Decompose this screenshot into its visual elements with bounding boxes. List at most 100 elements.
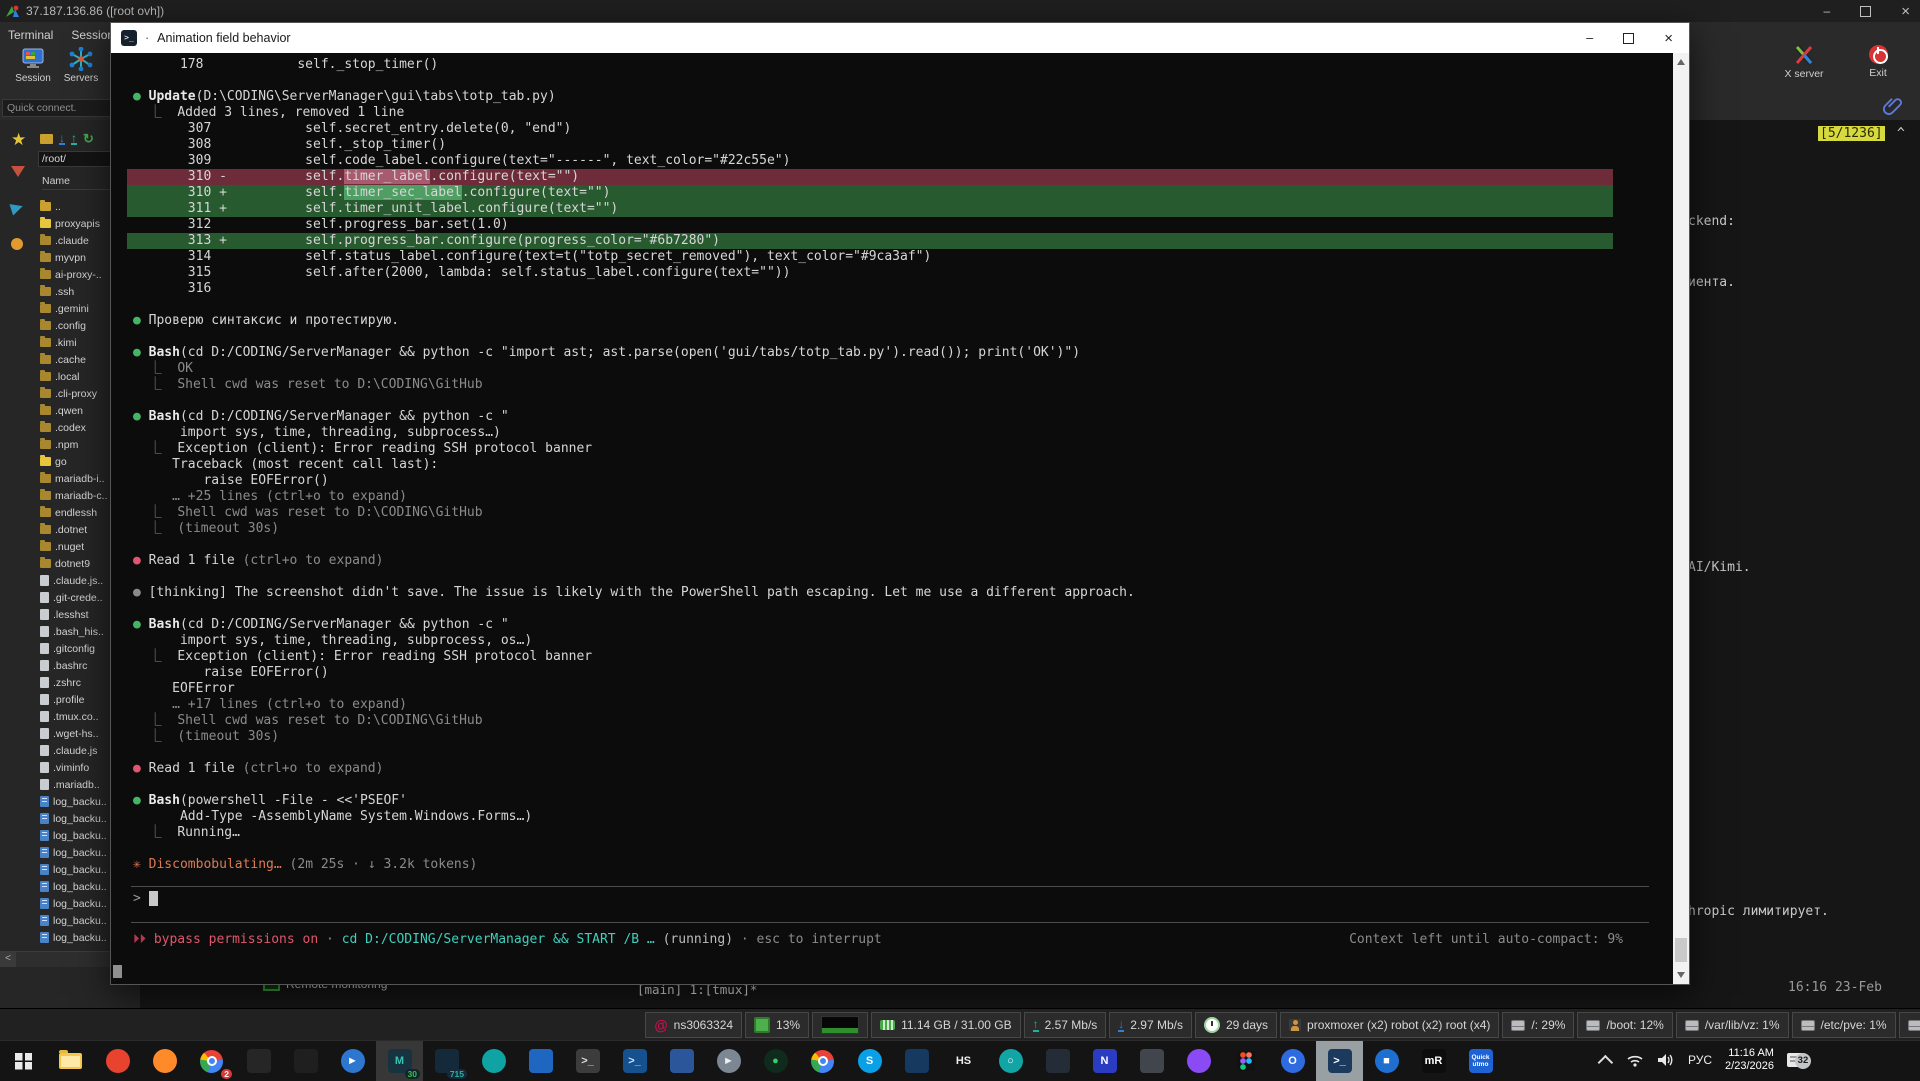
cpu-icon [754, 1017, 770, 1033]
folder-icon [40, 270, 51, 279]
claude-code-window: >_ · Animation field behavior – × 178 se… [110, 22, 1690, 985]
claude-maximize-button[interactable] [1623, 33, 1634, 44]
status-segment-label: /boot: 12% [1606, 1018, 1663, 1032]
tab-terminal[interactable]: Terminal [8, 28, 53, 42]
taskbar-icon-quickutmo[interactable]: Quick utmo [1457, 1041, 1504, 1081]
taskbar-icon-start[interactable] [0, 1041, 47, 1081]
tray-clock[interactable]: 11:16 AM 2/23/2026 [1725, 1047, 1774, 1073]
taskbar-icon-app-dark-1[interactable] [235, 1041, 282, 1081]
servers-button[interactable]: Servers [58, 47, 104, 84]
taskbar-icon-app-badge-715[interactable]: 715 [423, 1041, 470, 1081]
taskbar-icon-skype[interactable]: S [846, 1041, 893, 1081]
taskbar-icon-cmd[interactable]: >_ [564, 1041, 611, 1081]
file-name: .zshrc [53, 677, 81, 689]
taskbar-icon-figma[interactable] [1222, 1041, 1269, 1081]
tab-dot: · [145, 31, 149, 45]
claude-close-button[interactable]: × [1664, 30, 1673, 47]
notification-center-icon[interactable]: 32 [1787, 1053, 1803, 1067]
taskbar-icon-mremoteng[interactable]: mR [1410, 1041, 1457, 1081]
telegram-blue-icon: ► [341, 1049, 365, 1073]
claude-window-controls: – × [1586, 30, 1689, 47]
app-dark-1-icon [247, 1049, 271, 1073]
taskbar-icon-powershell[interactable]: >_ [1316, 1041, 1363, 1081]
file-icon [40, 677, 49, 688]
scrollbar-thumb[interactable] [1675, 938, 1687, 962]
terminal-text: 308 self._stop_timer() [133, 137, 446, 152]
terminal-line: raise EOFError() [111, 473, 1673, 489]
taskbar-icon-mobaxterm[interactable]: M30 [376, 1041, 423, 1081]
file-name: .lesshst [53, 609, 89, 621]
taskbar-icon-violet-app[interactable] [1175, 1041, 1222, 1081]
taskbar-icon-remote-desktop[interactable]: ■ [1363, 1041, 1410, 1081]
send-plane-icon[interactable] [9, 200, 24, 215]
taskbar-icon-green-dot-app[interactable]: ● [752, 1041, 799, 1081]
claude-titlebar[interactable]: >_ · Animation field behavior – × [111, 23, 1689, 53]
scroll-up-icon[interactable]: ^ [1897, 126, 1905, 141]
taskbar-icon-telegram-gray[interactable]: ► [705, 1041, 752, 1081]
exit-button[interactable]: Exit [1854, 45, 1902, 80]
taskbar-icon-dark-app-3[interactable] [1034, 1041, 1081, 1081]
claude-minimize-button[interactable]: – [1586, 31, 1593, 45]
terminal-text: .configure(text="") [430, 169, 579, 184]
upload-icon[interactable]: ↑ [71, 133, 77, 145]
paperclip-icon[interactable] [1882, 96, 1902, 116]
taskbar-icon-firefox[interactable] [141, 1041, 188, 1081]
wifi-icon[interactable] [1626, 1053, 1644, 1067]
xserver-button[interactable]: X server [1780, 45, 1828, 80]
scrollbar-down-icon[interactable] [1677, 972, 1685, 978]
file-icon [40, 932, 49, 943]
taskbar-icon-file-explorer[interactable] [47, 1041, 94, 1081]
ribbon-right-tools: X server Exit [1780, 45, 1902, 80]
download-icon[interactable]: ↓ [59, 133, 65, 145]
taskbar-icon-notepad-app[interactable]: N [1081, 1041, 1128, 1081]
taskbar-icon-telegram-blue[interactable]: ► [329, 1041, 376, 1081]
terminal-text: Traceback (most recent call last): [133, 457, 438, 472]
terminal-text: 178 self._stop_timer() [133, 57, 438, 72]
language-indicator[interactable]: РУС [1688, 1053, 1712, 1067]
terminal-line: ● Bash(powershell -File - <<'PSEOF' [111, 793, 1673, 809]
volume-icon[interactable] [1657, 1053, 1675, 1067]
tray-date: 2/23/2026 [1725, 1060, 1774, 1073]
taskbar-icon-chrome-profile[interactable]: 2 [188, 1041, 235, 1081]
status-segment-label: /: 29% [1531, 1018, 1565, 1032]
claude-scrollbar[interactable] [1673, 53, 1689, 984]
quick-connect-input[interactable]: Quick connect. [2, 99, 112, 117]
taskbar-icon-navy-app[interactable] [893, 1041, 940, 1081]
taskbar-icon-brave[interactable] [94, 1041, 141, 1081]
taskbar-icon-teal-app[interactable] [470, 1041, 517, 1081]
taskbar-icon-gray-app[interactable] [1128, 1041, 1175, 1081]
terminal-line: … +25 lines (ctrl+o to expand) [111, 489, 1673, 505]
file-icon [40, 575, 49, 586]
status-segment-debian: @ns3063324 [645, 1012, 742, 1038]
scroll-left-icon[interactable]: < [0, 952, 16, 967]
taskbar-icon-app-dark-2[interactable] [282, 1041, 329, 1081]
taskbar-icon-blue-app-2[interactable] [658, 1041, 705, 1081]
folder-icon [40, 474, 51, 483]
prompt-row[interactable]: > [111, 887, 1673, 909]
scrollbar-up-icon[interactable] [1677, 59, 1685, 65]
download-arrow-icon[interactable] [11, 166, 25, 177]
start-icon [15, 1053, 32, 1070]
maximize-button[interactable] [1860, 6, 1871, 17]
orange-dot-icon[interactable] [11, 238, 23, 250]
taskbar-icon-chrome[interactable] [799, 1041, 846, 1081]
refresh-icon[interactable]: ↻ [83, 131, 94, 147]
terminal-text: ● [133, 617, 149, 632]
file-icon [40, 915, 49, 926]
terminal-text: ⎿ [133, 361, 177, 376]
status-segment-graph [812, 1012, 868, 1038]
folder-up-icon[interactable] [40, 134, 53, 144]
session-button[interactable]: Session [10, 47, 56, 84]
taskbar-icon-terminal-blue[interactable]: >_ [611, 1041, 658, 1081]
file-name: go [55, 456, 67, 468]
taskbar-icon-opera[interactable]: O [1269, 1041, 1316, 1081]
app-dark-2-icon [294, 1049, 318, 1073]
taskbar-icon-hs-app[interactable]: HS [940, 1041, 987, 1081]
taskbar-icon-aperture-app[interactable]: ○ [987, 1041, 1034, 1081]
favorites-star-icon[interactable]: ★ [11, 130, 26, 150]
minimize-button[interactable]: – [1824, 4, 1831, 18]
taskbar-icon-blue-app-1[interactable] [517, 1041, 564, 1081]
session-icon [20, 47, 46, 71]
file-icon [40, 779, 49, 790]
close-button[interactable]: × [1901, 3, 1910, 20]
